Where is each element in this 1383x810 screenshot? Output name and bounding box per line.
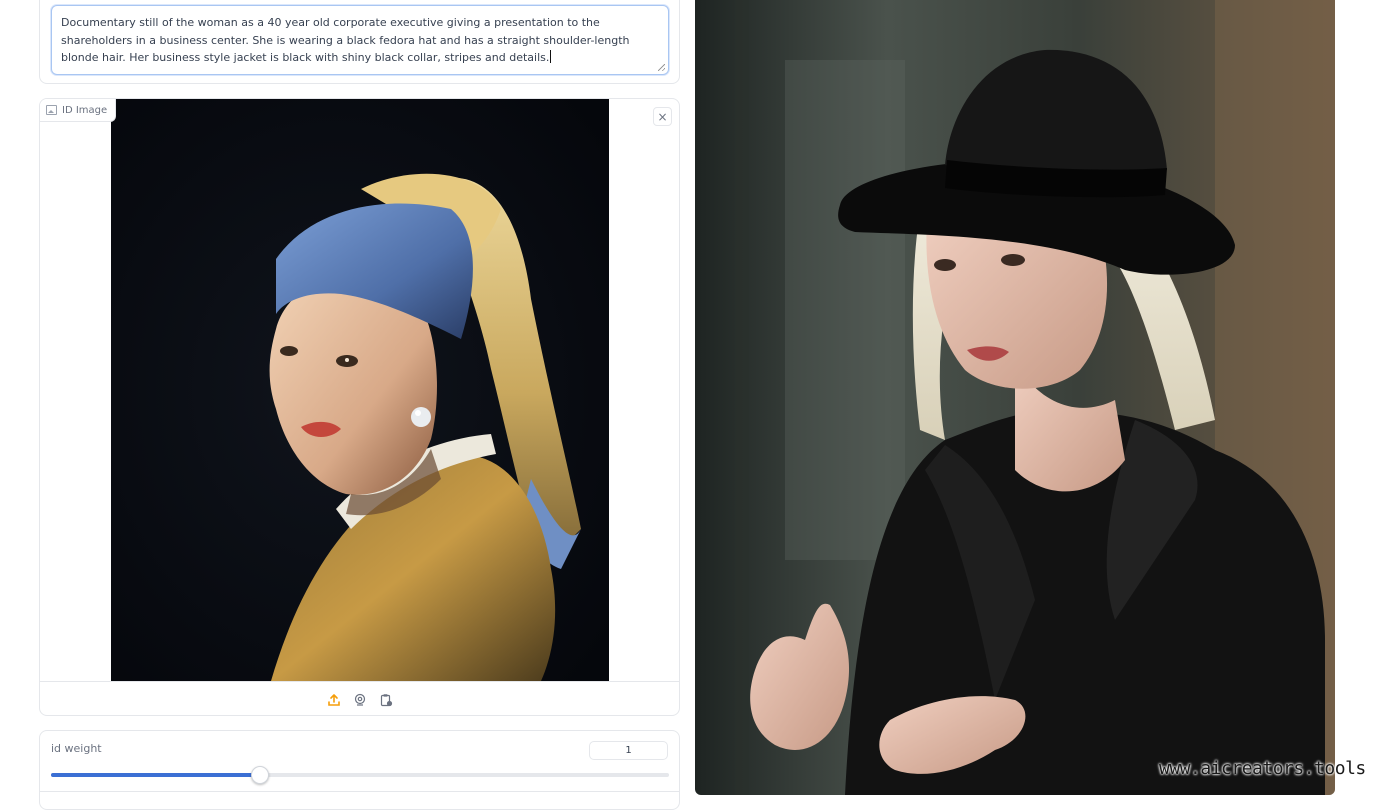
close-icon: × (657, 109, 668, 124)
id-weight-slider[interactable] (51, 766, 669, 784)
id-weight-label: id weight (51, 742, 102, 755)
id-image-panel: ID Image × (39, 98, 680, 716)
output-image (695, 0, 1335, 795)
slider-handle[interactable] (251, 766, 270, 784)
watermark-text: www.aicreators.tools (1159, 758, 1366, 779)
slider-fill (51, 773, 260, 777)
image-source-toolbar (40, 681, 679, 715)
id-weight-number-input[interactable]: 1 (589, 741, 668, 760)
prompt-text: Documentary still of the woman as a 40 y… (61, 16, 630, 64)
id-weight-panel: id weight 1 (39, 730, 680, 810)
resize-handle-icon[interactable] (658, 64, 665, 71)
id-image-label: ID Image (40, 99, 117, 122)
divider (40, 791, 679, 792)
id-image-preview (111, 99, 609, 681)
prompt-block: Documentary still of the woman as a 40 y… (39, 0, 680, 84)
webcam-icon[interactable] (352, 692, 368, 708)
text-caret (550, 50, 552, 63)
image-icon (46, 105, 57, 115)
upload-icon[interactable] (326, 692, 342, 708)
prompt-textarea[interactable]: Documentary still of the woman as a 40 y… (51, 5, 669, 75)
clipboard-paste-icon[interactable] (378, 692, 394, 708)
clear-image-button[interactable]: × (653, 107, 672, 126)
id-image-label-text: ID Image (62, 104, 108, 116)
